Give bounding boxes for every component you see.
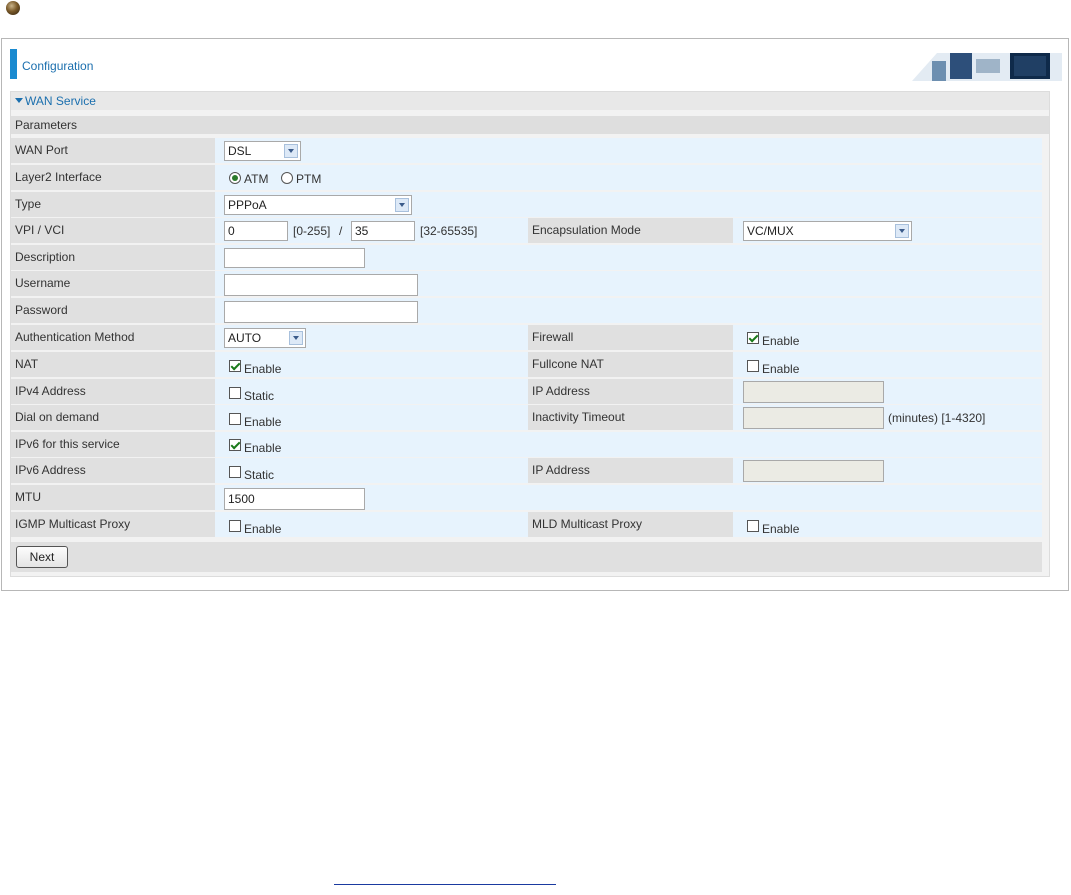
fullcone-enable-label: Enable [762,362,800,376]
ipv6-ip-address-input[interactable] [743,460,884,482]
ipv4-static-checkbox[interactable] [229,387,241,399]
row-description: Description [11,245,1042,270]
username-label: Username [11,271,215,296]
row-layer2: Layer2 Interface ATM PTM [11,165,1042,190]
wan-service-panel: WAN Service Parameters WAN Port DSL Laye… [10,91,1050,577]
config-header: Configuration [10,47,1062,81]
igmp-enable-label: Enable [244,522,282,536]
chevron-down-icon [395,198,409,212]
radio-atm[interactable] [229,172,241,184]
nat-label: NAT [11,352,215,377]
mtu-label: MTU [11,485,215,510]
row-dial: Dial on demand Enable Inactivity Timeout… [11,405,1042,430]
ipv6-service-enable-label: Enable [244,441,282,455]
nat-enable-label: Enable [244,362,282,376]
encap-value: VC/MUX [747,224,794,238]
firewall-label: Firewall [528,325,733,350]
ipv6-static-checkbox[interactable] [229,466,241,478]
firewall-enable-label: Enable [762,334,800,348]
mtu-input[interactable] [224,488,365,510]
row-ipv6: IPv6 Address Static IP Address [11,458,1042,483]
fullcone-label: Fullcone NAT [528,352,733,377]
header-banner-icon [912,53,1062,81]
ipv6-service-label: IPv6 for this service [11,432,215,457]
ipv6-ip-address-label: IP Address [528,458,733,483]
auth-value: AUTO [228,331,262,345]
header-accent-bar [10,49,17,79]
wan-port-value: DSL [228,144,252,158]
row-vpi-vci: VPI / VCI [0-255] / [32-65535] Encapsula… [11,218,1042,243]
description-input[interactable] [224,248,365,268]
layer2-label: Layer2 Interface [11,165,215,190]
auth-select[interactable]: AUTO [224,328,306,348]
username-input[interactable] [224,274,418,296]
vpi-vci-separator: / [339,224,343,238]
row-mtu: MTU [11,485,1042,510]
mld-label: MLD Multicast Proxy [528,512,733,537]
nat-checkbox[interactable] [229,360,241,372]
ipv6-service-checkbox[interactable] [229,439,241,451]
row-type: Type PPPoA [11,192,1042,217]
hyperlink-underline[interactable] [334,884,556,885]
inactivity-label: Inactivity Timeout [528,405,733,430]
wan-port-select[interactable]: DSL [224,141,301,161]
section-header[interactable]: WAN Service [11,92,1049,110]
inactivity-input[interactable] [743,407,884,429]
ipv4-ip-address-label: IP Address [528,379,733,404]
chevron-down-icon [284,144,298,158]
wan-port-label: WAN Port [11,138,215,163]
chevron-down-icon [895,224,909,238]
type-select[interactable]: PPPoA [224,195,412,215]
type-value: PPPoA [228,198,267,212]
ipv4-static-label: Static [244,389,275,403]
row-auth: Authentication Method AUTO Firewall Enab… [11,325,1042,350]
bullet-icon [6,1,20,15]
vpi-vci-label: VPI / VCI [11,218,215,243]
mld-enable-label: Enable [762,522,800,536]
next-button[interactable]: Next [16,546,68,568]
radio-ptm[interactable] [281,172,293,184]
fullcone-checkbox[interactable] [747,360,759,372]
row-nat: NAT Enable Fullcone NAT Enable [11,352,1042,377]
encap-select[interactable]: VC/MUX [743,221,912,241]
dial-enable-label: Enable [244,415,282,429]
mld-checkbox[interactable] [747,520,759,532]
vpi-range: [0-255] [293,224,331,238]
password-label: Password [11,298,215,323]
radio-ptm-label: PTM [296,172,322,186]
page-title: Configuration [22,59,94,73]
type-label: Type [11,192,215,217]
ipv4-ip-address-input[interactable] [743,381,884,403]
row-username: Username [11,271,1042,296]
description-label: Description [11,245,215,270]
row-wan-port: WAN Port DSL [11,138,1042,163]
vci-range: [32-65535] [420,224,478,238]
configuration-frame: Configuration WAN Service Parameters WAN… [1,38,1069,591]
row-multicast: IGMP Multicast Proxy Enable MLD Multicas… [11,512,1042,537]
vpi-input[interactable] [224,221,288,241]
button-row: Next [11,542,1042,572]
row-ipv4: IPv4 Address Static IP Address [11,379,1042,404]
section-title: WAN Service [25,94,96,108]
igmp-label: IGMP Multicast Proxy [11,512,215,537]
dial-label: Dial on demand [11,405,215,430]
ipv6-static-label: Static [244,468,275,482]
auth-label: Authentication Method [11,325,215,350]
vci-input[interactable] [351,221,415,241]
dial-checkbox[interactable] [229,413,241,425]
row-ipv6-service: IPv6 for this service Enable [11,432,1042,457]
collapse-triangle-icon [15,98,23,103]
radio-atm-label: ATM [244,172,269,186]
chevron-down-icon [289,331,303,345]
igmp-checkbox[interactable] [229,520,241,532]
row-password: Password [11,298,1042,323]
ipv6-label: IPv6 Address [11,458,215,483]
firewall-checkbox[interactable] [747,332,759,344]
inactivity-unit: (minutes) [1-4320] [888,411,986,425]
ipv4-label: IPv4 Address [11,379,215,404]
password-input[interactable] [224,301,418,323]
parameters-header: Parameters [11,116,1049,134]
encap-label: Encapsulation Mode [528,218,733,243]
